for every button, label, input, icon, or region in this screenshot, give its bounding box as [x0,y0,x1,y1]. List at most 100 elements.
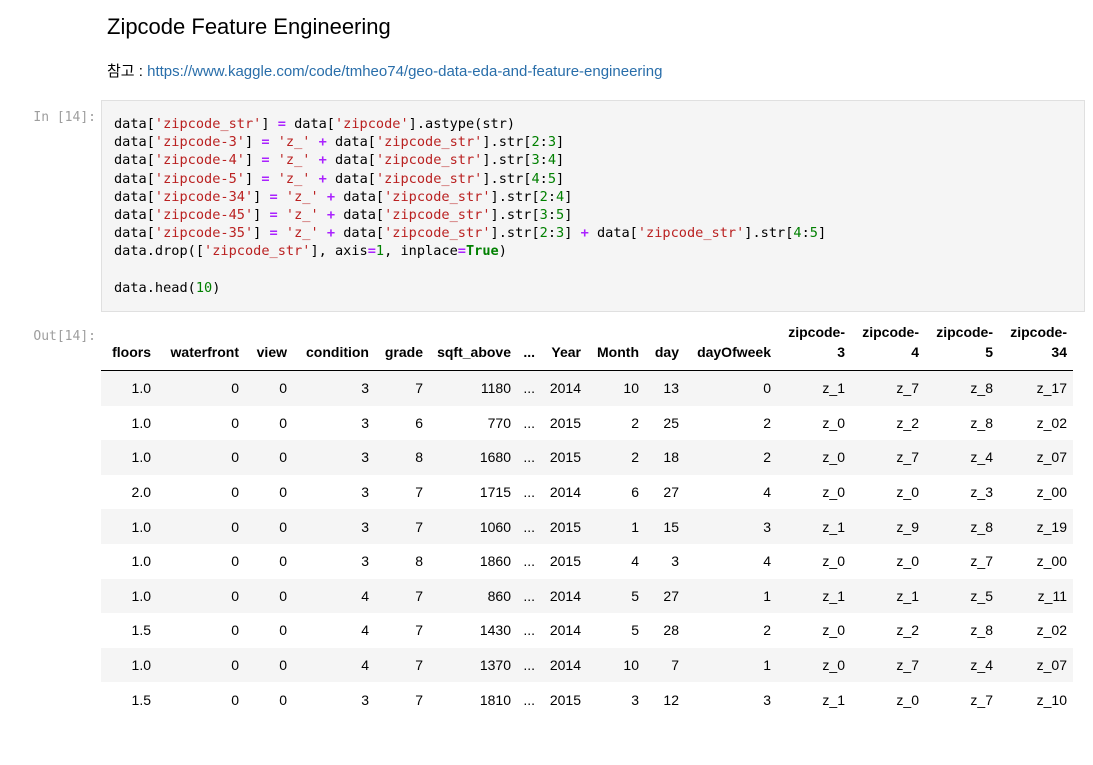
table-cell: 2015 [549,449,581,466]
table-cell: z_00 [1036,553,1067,570]
table-cell: 18 [663,449,679,466]
table-cell: 2 [763,414,771,431]
table-row: 1.0 0 0 3 8 1680... 2015 2 18 2 z_0 z_7 z_4 z_07 [101,440,1073,475]
table-cell: z_07 [1036,449,1067,466]
table-cell: z_1 [896,587,919,604]
table-row: 1.5 0 0 4 7 1430... 2014 5 28 2 z_0 z_2 z_8 z_02 [101,613,1073,648]
table-cell: 0 [279,449,287,466]
column-header: floors [101,322,157,371]
column-header: sqft_above [429,322,517,371]
table-cell: 0 [279,691,287,708]
table-cell: 0 [231,691,239,708]
table-cell: 0 [279,553,287,570]
table-cell: 7 [415,622,423,639]
table-cell: z_02 [1036,622,1067,639]
input-prompt: In [14]: [33,110,96,125]
table-cell: 4 [361,622,369,639]
column-header: waterfront [157,322,245,371]
table-cell: 0 [231,553,239,570]
table-cell: 5 [631,622,639,639]
table-cell: z_0 [822,449,845,466]
table-cell: 1.0 [131,449,151,466]
table-cell: 5 [631,587,639,604]
table-cell: 2 [763,622,771,639]
dataframe-table: floors waterfront view condition grade sqft_a… [101,322,1073,717]
table-cell: z_0 [822,484,845,501]
table-cell: 15 [663,518,679,535]
table-cell: ... [523,553,535,570]
table-cell: 4 [361,587,369,604]
column-header: Year [541,322,587,371]
table-cell: z_5 [970,587,993,604]
table-cell: 7 [415,691,423,708]
table-cell: z_7 [896,657,919,674]
table-cell: 7 [415,587,423,604]
table-cell: 2015 [549,691,581,708]
column-header: day [645,322,685,371]
column-header: grade [375,322,429,371]
table-cell: z_0 [896,691,919,708]
table-cell: ... [523,484,535,501]
table-cell: 12 [663,691,679,708]
table-row: 2.0 0 0 3 7 1715... 2014 6 27 4 z_0 z_0 z_3 z_00 [101,474,1073,510]
table-cell: z_7 [896,449,919,466]
table-cell: 1.0 [131,657,151,674]
table-cell: z_02 [1036,414,1067,431]
table-row: 1.0 0 0 4 7 1370... 2014 10 7 1 z_0 z_7 z_4 z_07 [101,647,1073,683]
table-cell: 0 [279,518,287,535]
table-cell: 1 [763,657,771,674]
code-editor[interactable]: data['zipcode_str'] = data['zipcode'].as… [114,115,826,297]
column-header: ... [517,322,541,371]
table-cell: 0 [763,380,771,397]
table-cell: z_10 [1036,691,1067,708]
table-cell: 3 [631,691,639,708]
table-cell: 3 [671,553,679,570]
code-cell[interactable]: data['zipcode_str'] = data['zipcode'].as… [101,100,1085,312]
table-cell: 10 [623,380,639,397]
table-cell: 2014 [549,657,581,674]
table-row: 1.0 0 0 3 7 1180... 2014 10 13 0 z_1 z_7 z_8 z_17 [101,370,1073,406]
table-cell: 1.5 [131,691,151,708]
table-cell: 1.0 [131,380,151,397]
table-cell: 2 [631,414,639,431]
table-cell: 770 [487,414,511,431]
table-cell: 1.5 [131,622,151,639]
table-cell: 0 [279,587,287,604]
markdown-reference: 참고 : https://www.kaggle.com/code/tmheo74… [107,60,662,81]
table-cell: 860 [487,587,511,604]
table-cell: 28 [663,622,679,639]
table-cell: 2014 [549,587,581,604]
table-cell: 0 [231,484,239,501]
table-cell: 3 [361,414,369,431]
table-cell: 3 [763,691,771,708]
table-row: 1.0 0 0 3 8 1860... 2015 4 3 4 z_0 z_0 z_7 z_00 [101,543,1073,579]
column-header: Month [587,322,645,371]
table-cell: 1680 [479,449,511,466]
table-cell: ... [523,449,535,466]
table-cell: 0 [279,414,287,431]
table-cell: ... [523,380,535,397]
table-row: 1.0 0 0 4 7 860... 2014 5 27 1 z_1 z_1 z_5 z_11 [101,578,1073,614]
table-cell: 4 [361,657,369,674]
table-row: 1.5 0 0 3 7 1810... 2015 3 12 3 z_1 z_0 z_7 z_10 [101,682,1073,717]
table-cell: z_1 [822,691,845,708]
table-cell: z_8 [970,622,993,639]
table-cell: z_1 [822,518,845,535]
table-cell: z_00 [1036,484,1067,501]
table-cell: 1715 [479,484,511,501]
table-cell: z_2 [896,622,919,639]
table-row: 1.0 0 0 3 6 770... 2015 2 25 2 z_0 z_2 z_8 z_02 [101,405,1073,441]
table-cell: z_8 [970,380,993,397]
reference-link[interactable]: https://www.kaggle.com/code/tmheo74/geo-… [147,63,662,80]
table-cell: 3 [361,449,369,466]
table-cell: z_11 [1037,587,1067,604]
table-cell: z_9 [896,518,919,535]
table-cell: z_0 [896,553,919,570]
table-cell: 2014 [549,622,581,639]
column-header: zipcode- 34 [999,322,1073,371]
table-cell: 25 [663,414,679,431]
table-cell: 4 [631,553,639,570]
table-cell: 0 [279,657,287,674]
table-cell: 1 [631,518,639,535]
table-cell: 2.0 [131,484,151,501]
